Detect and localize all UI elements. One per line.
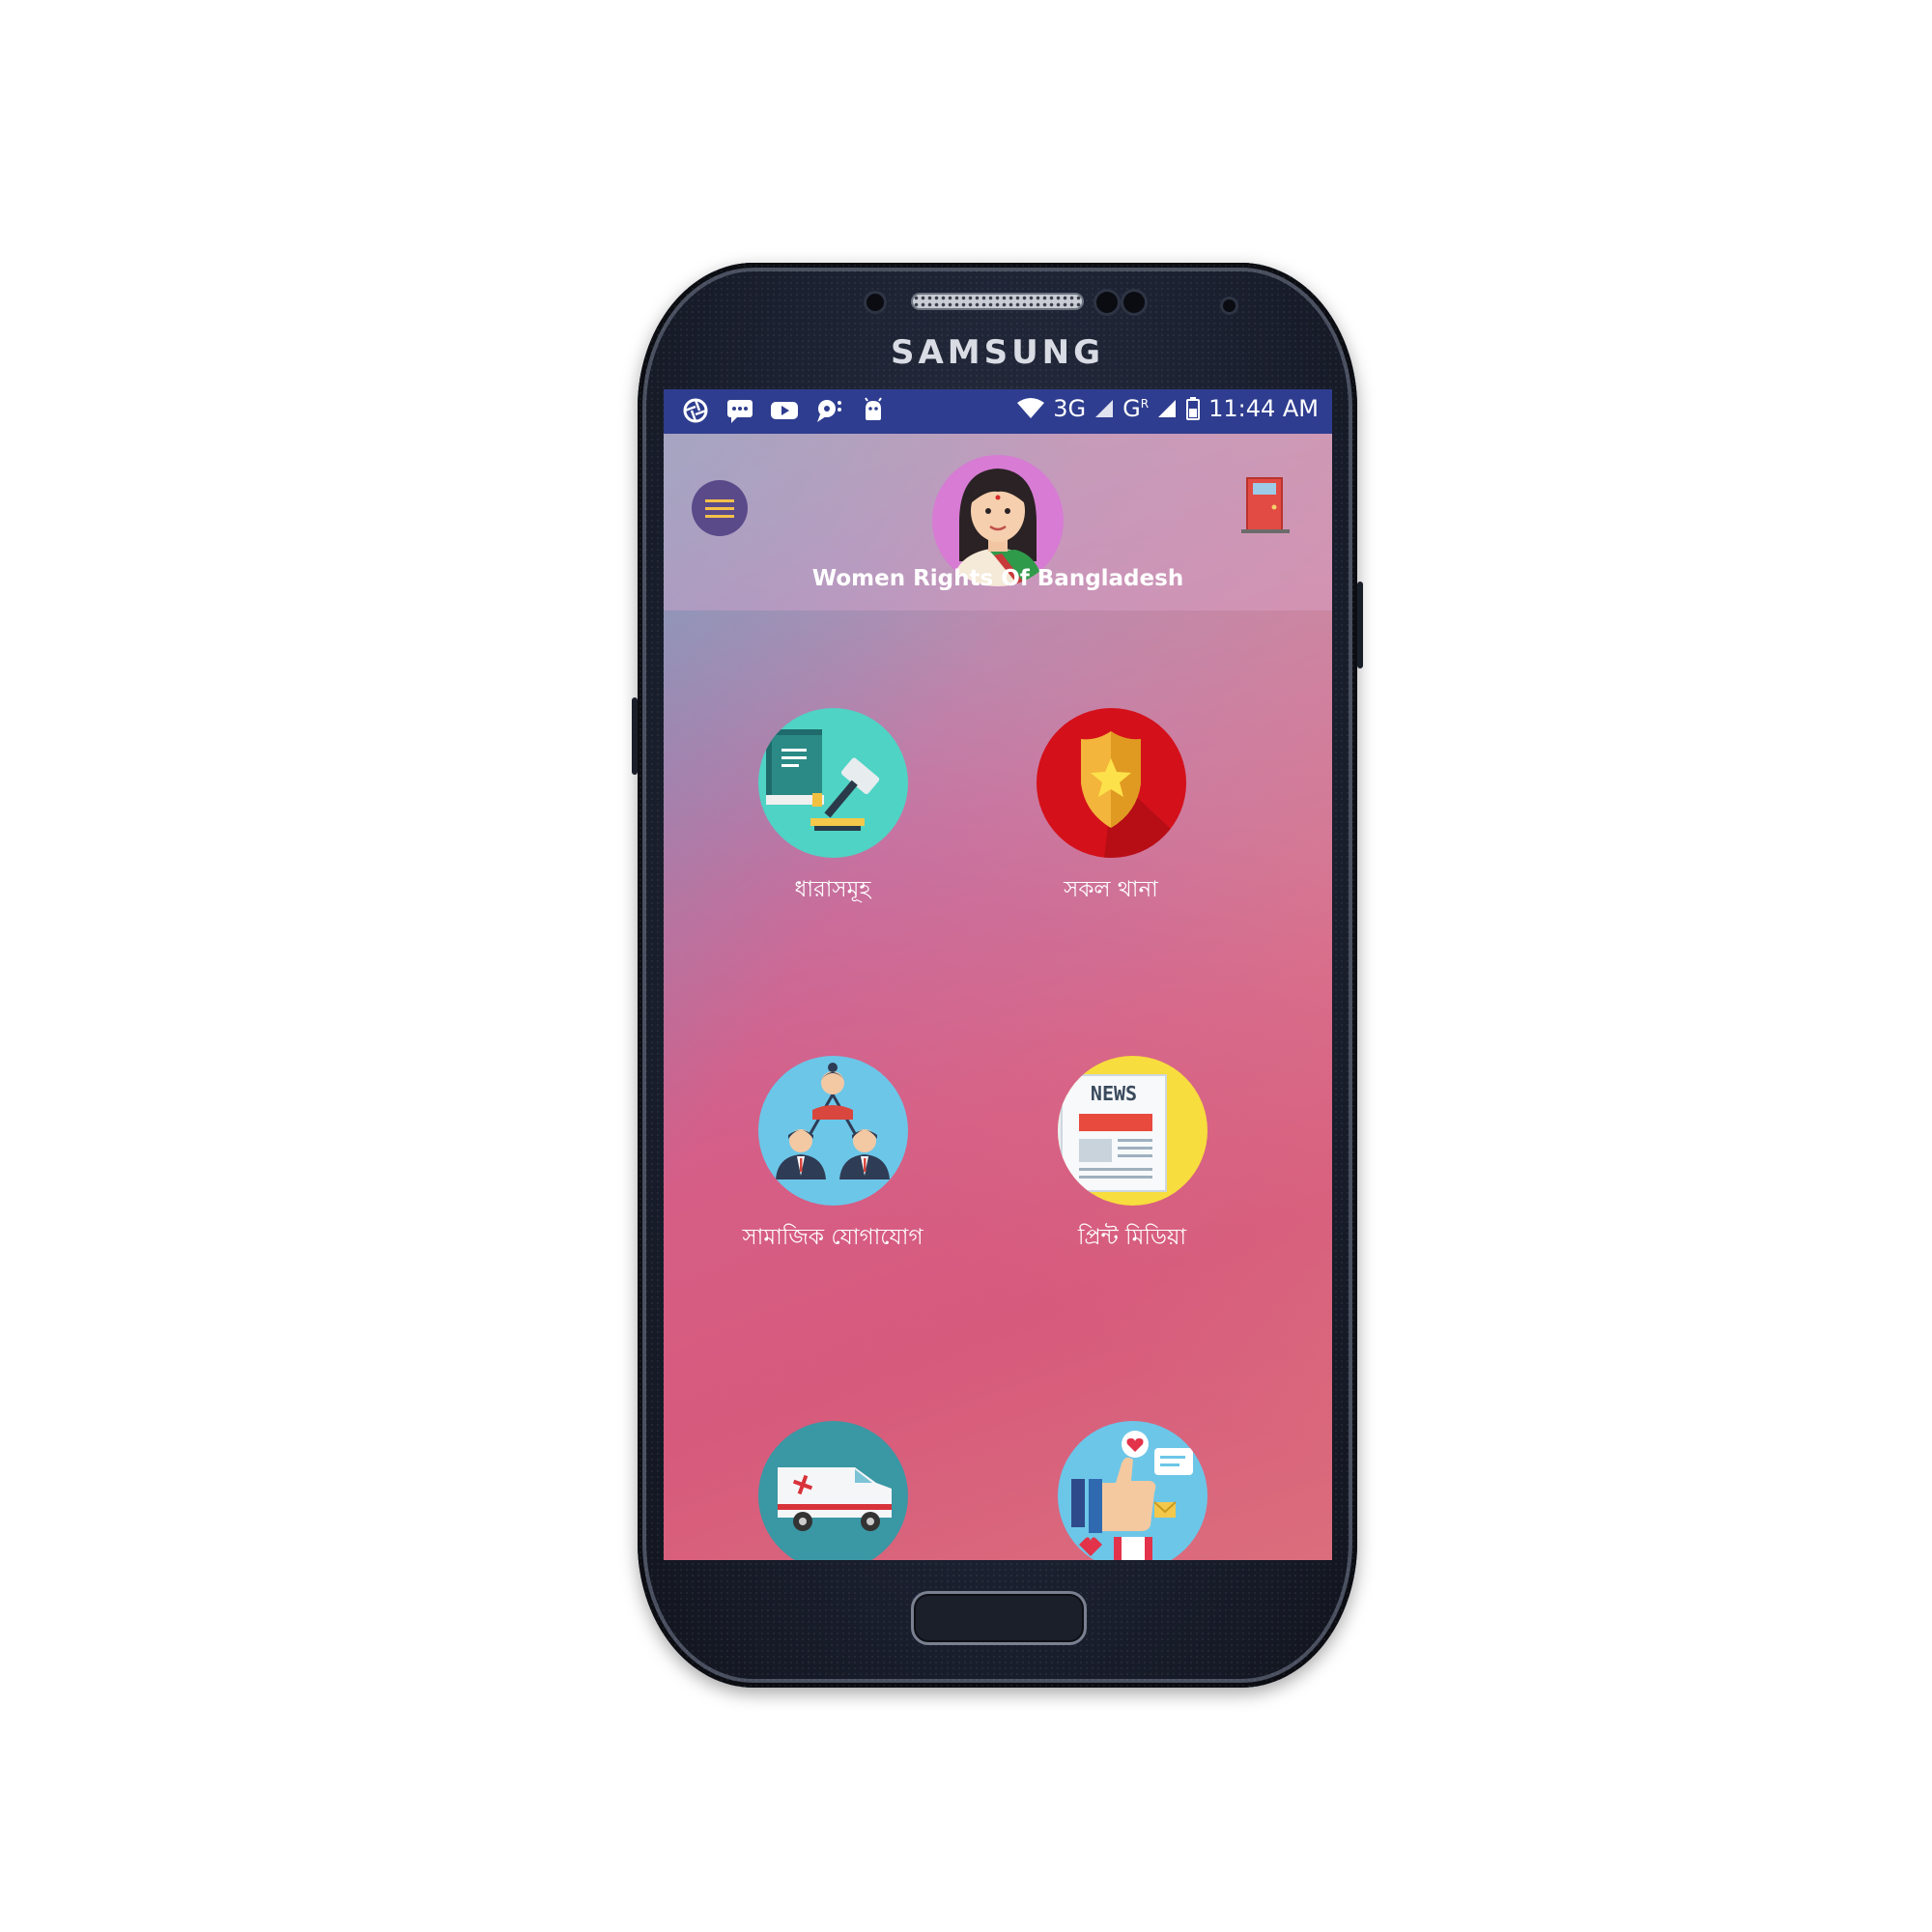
police-badge-icon xyxy=(1036,708,1186,858)
newspaper-icon: NEWS xyxy=(1057,1056,1208,1206)
hamburger-line xyxy=(705,515,734,518)
status-indicators: 3G GR 11:44 AM xyxy=(1016,395,1319,422)
hamburger-line xyxy=(705,507,734,510)
notification-icons xyxy=(681,397,888,424)
front-camera xyxy=(1223,299,1236,312)
battery-icon xyxy=(1186,397,1201,420)
app-title: Women Rights Of Bangladesh xyxy=(811,566,1184,591)
wifi-icon xyxy=(1017,398,1045,418)
menu-tile-label: সামাজিক যোগাযোগ xyxy=(742,1225,923,1250)
network-type: 3G xyxy=(1053,395,1087,422)
carrier-label: GR xyxy=(1122,395,1150,422)
menu-tile-emergency[interactable] xyxy=(717,1421,949,1560)
aperture-icon xyxy=(681,397,710,424)
menu-tile-social-media[interactable]: সামাজিক যোগাযোগ xyxy=(717,1056,949,1257)
proximity-sensor xyxy=(1096,292,1118,313)
exit-button[interactable] xyxy=(1241,474,1290,534)
menu-button[interactable] xyxy=(692,480,748,536)
social-network-people-icon xyxy=(757,1056,908,1206)
menu-tile-feedback[interactable] xyxy=(1016,1421,1248,1560)
menu-tile-laws[interactable]: ধারাসমূহ xyxy=(717,708,949,909)
youtube-icon xyxy=(770,397,799,424)
hamburger-icon xyxy=(705,499,734,502)
message-icon xyxy=(725,397,754,424)
volume-button xyxy=(632,697,638,775)
menu-tile-label: ধারাসমূহ xyxy=(794,877,871,902)
power-button xyxy=(1357,582,1363,668)
ambulance-icon xyxy=(757,1421,908,1560)
svg-text:NEWS: NEWS xyxy=(1090,1082,1136,1105)
status-bar: 3G GR 11:44 AM xyxy=(664,389,1332,434)
law-book-gavel-icon xyxy=(757,708,908,858)
chat-icon xyxy=(814,397,843,424)
app-header: Women Rights Of Bangladesh xyxy=(664,434,1332,611)
menu-tile-print-media[interactable]: NEWS প্রিন্ট মিডিয়া xyxy=(1016,1056,1248,1257)
brand-logo: SAMSUNG xyxy=(890,333,1105,372)
light-sensor xyxy=(1123,292,1145,313)
menu-tile-label: সকল থানা xyxy=(1064,877,1158,902)
feedback-thumbs-up-icon xyxy=(1057,1421,1208,1560)
menu-tile-police-stations[interactable]: সকল থানা xyxy=(995,708,1227,909)
exit-door-icon xyxy=(1241,477,1290,533)
clock: 11:44 AM xyxy=(1208,395,1319,422)
home-button[interactable] xyxy=(911,1591,1087,1645)
signal-icon-1 xyxy=(1095,400,1114,417)
app-screen: 3G GR 11:44 AM Women Rights Of Banglades… xyxy=(664,389,1332,1560)
earpiece-speaker xyxy=(913,295,1082,308)
android-icon xyxy=(859,397,888,424)
menu-tile-label: প্রিন্ট মিডিয়া xyxy=(1077,1225,1187,1250)
signal-icon-2 xyxy=(1158,400,1177,417)
front-sensor xyxy=(867,294,884,311)
